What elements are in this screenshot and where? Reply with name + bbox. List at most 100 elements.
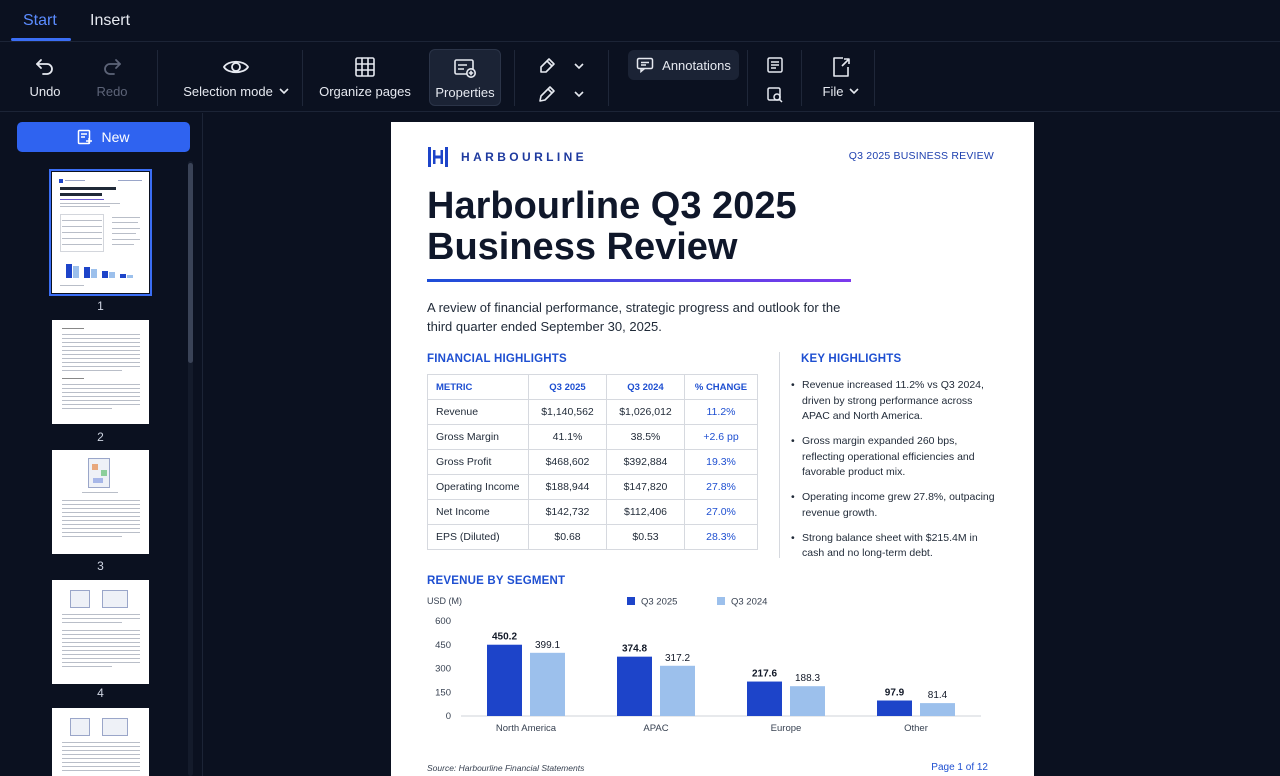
ribbon-toolbar: Undo Redo Selection mode Organize pages <box>0 42 1280 112</box>
key-highlights-heading: KEY HIGHLIGHTS <box>801 353 902 365</box>
organize-pages-button[interactable]: Organize pages <box>318 42 412 99</box>
bar <box>617 656 652 716</box>
value-cell: $147,820 <box>606 474 685 500</box>
column-divider <box>779 352 780 558</box>
value-cell: $188,944 <box>528 474 607 500</box>
y-tick-label: 600 <box>435 616 451 627</box>
page-thumbnail-1[interactable] <box>49 169 152 296</box>
revenue-by-segment-heading: REVENUE BY SEGMENT <box>427 575 566 587</box>
title-line-2: Business Review <box>427 226 738 268</box>
data-label: 374.8 <box>622 644 647 655</box>
undo-button[interactable]: Undo <box>20 42 70 99</box>
form-fields-icon[interactable] <box>762 54 788 76</box>
new-page-button[interactable]: New <box>17 122 190 152</box>
page-thumbnail-2[interactable] <box>52 320 149 424</box>
toolbar-divider <box>874 50 875 106</box>
metric-cell: Net Income <box>427 499 529 525</box>
data-label: 188.3 <box>795 673 820 684</box>
bar <box>660 665 695 716</box>
value-cell: $112,406 <box>606 499 685 525</box>
annotations-button[interactable]: Annotations <box>628 50 739 80</box>
y-tick-label: 150 <box>435 687 451 698</box>
table-row: EPS (Diluted) $0.68 $0.53 28.3% <box>427 524 758 550</box>
bar <box>877 700 912 716</box>
data-label: 81.4 <box>928 690 948 701</box>
y-axis-label: USD (M) <box>427 596 462 606</box>
key-highlights-list: Revenue increased 11.2% vs Q3 2024, driv… <box>791 378 996 571</box>
table-header-row: METRIC Q3 2025 Q3 2024 % CHANGE <box>427 374 758 400</box>
tab-insert[interactable]: Insert <box>90 12 130 30</box>
document-page: HARBOURLINE Q3 2025 BUSINESS REVIEW Harb… <box>391 122 1034 776</box>
table-row: Operating Income $188,944 $147,820 27.8% <box>427 474 758 500</box>
undo-label: Undo <box>29 84 61 99</box>
properties-icon <box>453 55 477 81</box>
toolbar-divider <box>302 50 303 106</box>
toolbar-divider <box>514 50 515 106</box>
financial-highlights-table: METRIC Q3 2025 Q3 2024 % CHANGE Revenue … <box>427 374 758 550</box>
bar <box>487 644 522 716</box>
bar <box>920 703 955 716</box>
page-indicator: Page 1 of 12 <box>931 762 988 773</box>
metric-cell: Revenue <box>427 399 529 425</box>
company-logo: HARBOURLINE <box>427 146 587 168</box>
properties-button[interactable]: Properties <box>429 49 501 106</box>
pdf-editor-app: Start Insert Undo Redo Selection mode Or… <box>0 0 1280 776</box>
value-cell: $1,140,562 <box>528 399 607 425</box>
search-document-icon[interactable] <box>762 84 788 106</box>
redo-icon <box>101 54 123 80</box>
toolbar-divider <box>747 50 748 106</box>
page-thumbnail-3[interactable] <box>52 450 149 554</box>
add-page-icon <box>78 129 93 145</box>
data-label: 317.2 <box>665 653 690 664</box>
value-cell: $142,732 <box>528 499 607 525</box>
annotations-label: Annotations <box>662 57 731 73</box>
tab-start[interactable]: Start <box>23 12 57 30</box>
list-item: Gross margin expanded 260 bps, reflectin… <box>791 434 996 481</box>
sidebar-scrollbar[interactable] <box>188 163 193 363</box>
change-cell: 28.3% <box>684 524 758 550</box>
chevron-down-icon <box>849 88 860 95</box>
page-thumbnail-4[interactable] <box>52 580 149 684</box>
x-tick-label: APAC <box>643 723 668 734</box>
column-header: % CHANGE <box>684 374 758 400</box>
file-label: File <box>822 84 844 99</box>
metric-cell: Gross Margin <box>427 424 529 450</box>
file-export-icon <box>829 54 853 80</box>
table-row: Gross Margin 41.1% 38.5% +2.6 pp <box>427 424 758 450</box>
selection-mode-button[interactable]: Selection mode <box>180 42 292 99</box>
value-cell: $0.68 <box>528 524 607 550</box>
page-thumbnail-5[interactable] <box>52 708 149 776</box>
data-label: 217.6 <box>752 669 777 680</box>
value-cell: $392,884 <box>606 449 685 475</box>
toolbar-divider <box>608 50 609 106</box>
x-tick-label: Other <box>904 723 928 734</box>
grid-icon <box>354 54 376 80</box>
source-note: Source: Harbourline Financial Statements <box>427 763 585 773</box>
table-row: Net Income $142,732 $112,406 27.0% <box>427 499 758 525</box>
harbourline-logo-icon <box>428 147 448 167</box>
redo-button[interactable]: Redo <box>87 42 137 99</box>
pen-icon[interactable] <box>534 83 560 105</box>
toolbar-divider <box>801 50 802 106</box>
value-cell: $1,026,012 <box>606 399 685 425</box>
y-tick-label: 0 <box>446 711 451 722</box>
chevron-down-icon[interactable] <box>566 83 592 105</box>
comment-icon <box>636 57 654 73</box>
table-row: Gross Profit $468,602 $392,884 19.3% <box>427 449 758 475</box>
change-cell: +2.6 pp <box>684 424 758 450</box>
metric-cell: Operating Income <box>427 474 529 500</box>
file-menu-button[interactable]: File <box>812 42 870 99</box>
eye-icon <box>222 54 250 80</box>
selection-mode-label: Selection mode <box>183 84 273 99</box>
ribbon-tabs: Start Insert <box>0 0 1280 42</box>
new-page-label: New <box>101 129 130 145</box>
highlighter-icon[interactable] <box>534 55 560 77</box>
document-title: Harbourline Q3 2025 Business Review <box>427 186 887 268</box>
page-thumbnails-sidebar: New 1 2 3 4 <box>0 113 203 776</box>
change-cell: 27.0% <box>684 499 758 525</box>
metric-cell: Gross Profit <box>427 449 529 475</box>
chevron-down-icon[interactable] <box>566 55 592 77</box>
properties-label: Properties <box>435 85 495 100</box>
list-item: Operating income grew 27.8%, outpacing r… <box>791 490 996 521</box>
change-cell: 11.2% <box>684 399 758 425</box>
